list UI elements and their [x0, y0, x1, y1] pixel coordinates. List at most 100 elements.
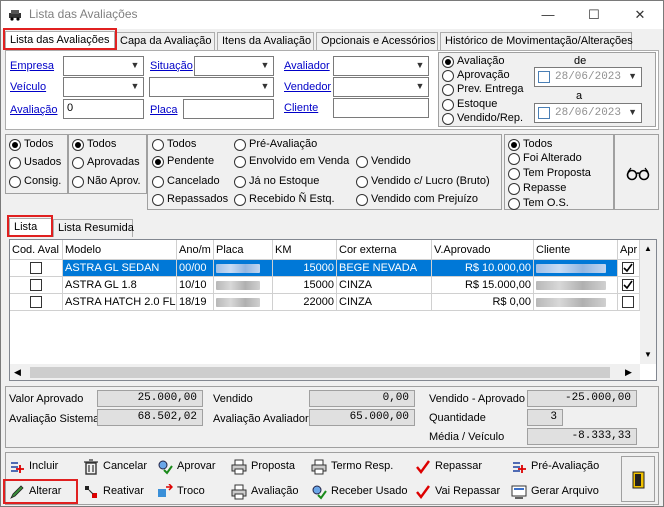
radio-avaliacao[interactable]: Avaliação: [442, 55, 505, 68]
gerar-arquivo-button[interactable]: Gerar Arquivo: [507, 481, 605, 503]
tab-historico[interactable]: Histórico de Movimentação/Alterações: [440, 32, 633, 50]
col-header-km[interactable]: KM: [273, 240, 337, 260]
avaliacao-input[interactable]: 0: [63, 99, 144, 119]
radio-sit-ja-estoque[interactable]: Já no Estoque: [234, 175, 319, 188]
vai-repassar-button[interactable]: Vai Repassar: [411, 481, 503, 503]
avaliacao-print-button[interactable]: Avaliação: [227, 481, 302, 503]
cliente-label[interactable]: Cliente: [284, 102, 318, 114]
table-cell-modelo[interactable]: ASTRA HATCH 2.0 FL: [63, 294, 177, 311]
radio-aprovadas[interactable]: Aprovadas: [72, 156, 140, 169]
radio-tipo-consig[interactable]: Consig.: [9, 175, 61, 188]
radio-sit-repassados[interactable]: Repassados: [152, 193, 228, 206]
horizontal-scrollbar[interactable]: ◀ ▶: [10, 364, 640, 380]
tab-lista-resumida[interactable]: Lista Resumida: [53, 219, 134, 237]
minimize-button[interactable]: —: [525, 1, 571, 29]
radio-sit-pre-avaliacao[interactable]: Pré-Avaliação: [234, 138, 317, 151]
table-cell-cod[interactable]: [10, 260, 63, 277]
col-header-placa[interactable]: Placa: [214, 240, 273, 260]
evaluations-table[interactable]: Cod. Aval Modelo Ano/m Placa KM Cor exte…: [9, 239, 657, 381]
table-cell-km[interactable]: 15000: [273, 260, 337, 277]
table-cell-modelo[interactable]: ASTRA GL 1.8: [63, 277, 177, 294]
maximize-button[interactable]: ☐: [571, 1, 617, 29]
date-de-checkbox[interactable]: [538, 71, 550, 83]
table-cell-cliente[interactable]: [534, 277, 618, 294]
col-header-apr[interactable]: Apr: [618, 240, 640, 260]
radio-estoque[interactable]: Estoque: [442, 98, 497, 111]
table-cell-ano[interactable]: 18/19: [177, 294, 214, 311]
incluir-button[interactable]: Incluir: [5, 456, 75, 478]
table-cell-aprovado[interactable]: R$ 10.000,00: [432, 260, 534, 277]
radio-tem-proposta[interactable]: Tem Proposta: [508, 167, 591, 180]
proposta-button[interactable]: Proposta: [227, 456, 299, 478]
troco-button[interactable]: Troco: [153, 481, 213, 503]
scroll-right-icon[interactable]: ▶: [625, 367, 632, 378]
col-header-aprovado[interactable]: V.Aprovado: [432, 240, 534, 260]
placa-label[interactable]: Placa: [150, 104, 178, 116]
table-cell-placa[interactable]: [214, 294, 273, 311]
aprovar-button[interactable]: Aprovar: [153, 456, 221, 478]
situacao-combo[interactable]: ▼: [194, 56, 274, 76]
radio-sit-envolvido-venda[interactable]: Envolvido em Venda: [234, 155, 349, 168]
radio-foi-alterado[interactable]: Foi Alterado: [508, 152, 582, 165]
tab-capa-avaliacao[interactable]: Capa da Avaliação: [115, 32, 215, 50]
date-de-picker[interactable]: 28/06/2023 ▼: [534, 67, 642, 87]
table-cell-cor[interactable]: CINZA: [337, 294, 432, 311]
close-button[interactable]: ✕: [617, 1, 663, 29]
table-cell-cor[interactable]: CINZA: [337, 277, 432, 294]
radio-sit-recebido[interactable]: Recebido Ñ Estq.: [234, 193, 335, 206]
avaliador-combo[interactable]: ▼: [333, 56, 429, 76]
vendedor-combo[interactable]: ▼: [333, 77, 429, 97]
scroll-up-icon[interactable]: ▲: [644, 244, 652, 253]
termo-resp-button[interactable]: Termo Resp.: [307, 456, 395, 478]
radio-nao-aprov[interactable]: Não Aprov.: [72, 175, 141, 188]
date-a-picker[interactable]: 28/06/2023 ▼: [534, 103, 642, 123]
table-cell-apr[interactable]: [618, 294, 640, 311]
veiculo-label[interactable]: Veículo: [10, 81, 46, 93]
radio-sit-todos[interactable]: Todos: [152, 138, 196, 151]
table-cell-cliente[interactable]: [534, 294, 618, 311]
table-cell-cod[interactable]: [10, 294, 63, 311]
repassar-button[interactable]: Repassar: [411, 456, 483, 478]
radio-sit-cancelado[interactable]: Cancelado: [152, 175, 220, 188]
radio-sit-vendido[interactable]: Vendido: [356, 155, 411, 168]
pre-avaliacao-button[interactable]: Pré-Avaliação: [507, 456, 603, 478]
table-cell-modelo[interactable]: ASTRA GL SEDAN: [63, 260, 177, 277]
empresa-combo[interactable]: ▼: [63, 56, 144, 76]
table-cell-apr[interactable]: [618, 260, 640, 277]
table-cell-apr[interactable]: [618, 277, 640, 294]
cliente-input[interactable]: [333, 98, 429, 118]
table-cell-cor[interactable]: BEGE NEVADA: [337, 260, 432, 277]
radio-sit-vendido-lucro[interactable]: Vendido c/ Lucro (Bruto): [356, 175, 490, 188]
table-cell-ano[interactable]: 00/00: [177, 260, 214, 277]
avaliacao-label[interactable]: Avaliação: [10, 104, 58, 116]
empresa-label[interactable]: Empresa: [10, 60, 54, 72]
situacao-detail-combo[interactable]: ▼: [149, 77, 274, 97]
radio-sit-vendido-prejuizo[interactable]: Vendido com Prejuízo: [356, 193, 478, 206]
radio-sit-pendente[interactable]: Pendente: [152, 155, 214, 168]
table-cell-km[interactable]: 22000: [273, 294, 337, 311]
scroll-left-icon[interactable]: ◀: [14, 367, 21, 378]
table-cell-aprovado[interactable]: R$ 15.000,00: [432, 277, 534, 294]
veiculo-combo[interactable]: ▼: [63, 77, 144, 97]
radio-aprovacao[interactable]: Aprovação: [442, 69, 510, 82]
radio-tipo-usados[interactable]: Usados: [9, 156, 61, 169]
table-cell-cod[interactable]: [10, 277, 63, 294]
radio-tipo-todos[interactable]: Todos: [9, 138, 53, 151]
col-header-ano[interactable]: Ano/m: [177, 240, 214, 260]
receber-usado-button[interactable]: Receber Usado: [307, 481, 407, 503]
radio-tem-os[interactable]: Tem O.S.: [508, 197, 569, 210]
date-a-checkbox[interactable]: [538, 107, 550, 119]
avaliador-label[interactable]: Avaliador: [284, 60, 330, 72]
tab-itens-avaliacao[interactable]: Itens da Avaliação: [217, 32, 314, 50]
scroll-down-icon[interactable]: ▼: [644, 350, 652, 359]
exit-button[interactable]: [621, 456, 655, 502]
cancelar-button[interactable]: Cancelar: [79, 456, 149, 478]
table-cell-km[interactable]: 15000: [273, 277, 337, 294]
col-header-modelo[interactable]: Modelo: [63, 240, 177, 260]
placa-input[interactable]: [183, 99, 274, 119]
vendedor-label[interactable]: Vendedor: [284, 81, 331, 93]
situacao-label[interactable]: Situação: [150, 60, 193, 72]
table-cell-cliente[interactable]: [534, 260, 618, 277]
vertical-scrollbar[interactable]: ▲ ▼: [640, 240, 656, 364]
glasses-search-icon[interactable]: [626, 167, 650, 181]
